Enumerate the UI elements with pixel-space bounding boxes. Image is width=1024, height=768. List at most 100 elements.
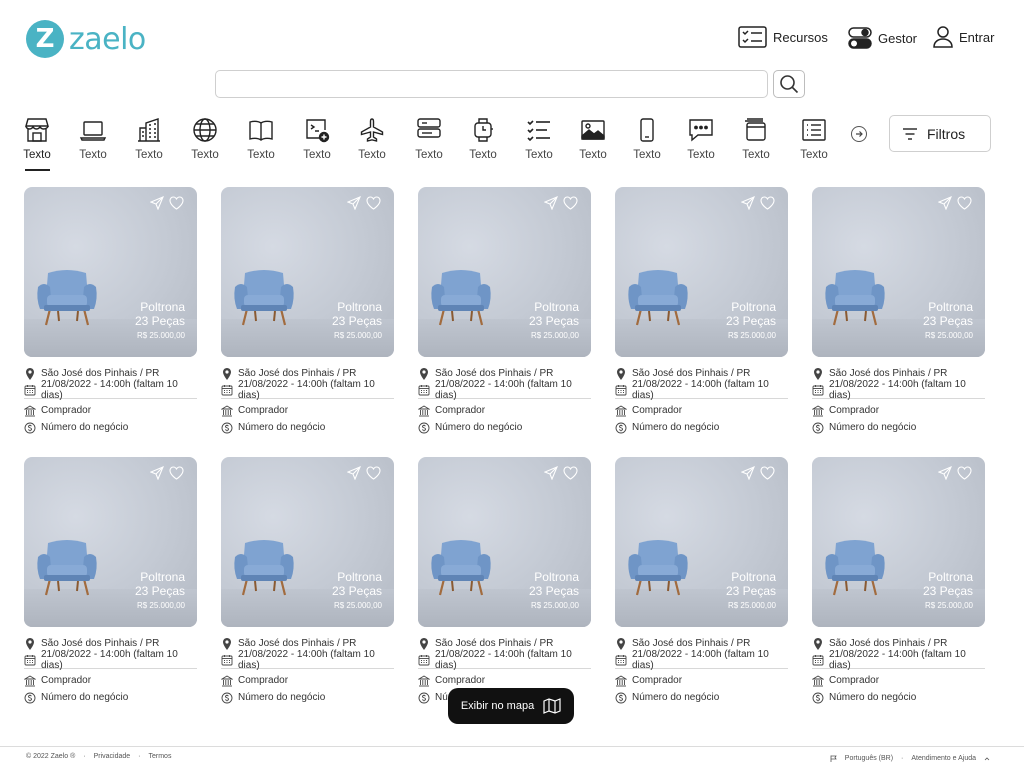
- share-icon[interactable]: [741, 466, 755, 480]
- category-item[interactable]: Texto: [180, 116, 230, 161]
- category-item[interactable]: Texto: [124, 116, 174, 161]
- heart-icon[interactable]: [169, 466, 184, 480]
- listing-image[interactable]: Poltrona 23 Peças R$ 25.000,00: [24, 187, 197, 357]
- location-pin-icon: [617, 367, 625, 380]
- listing-title: Poltrona 23 Peças: [726, 300, 776, 328]
- share-icon[interactable]: [347, 196, 361, 210]
- category-item[interactable]: Texto: [676, 116, 726, 161]
- listing-buyer-row: Comprador: [24, 672, 197, 689]
- footer-language-link[interactable]: Português (BR): [845, 755, 893, 762]
- heart-icon[interactable]: [563, 196, 578, 210]
- heart-icon[interactable]: [366, 466, 381, 480]
- category-item[interactable]: Texto: [458, 116, 508, 161]
- listing-image[interactable]: Poltrona 23 Peças R$ 25.000,00: [418, 187, 591, 357]
- category-item[interactable]: Texto: [789, 116, 839, 161]
- heart-icon[interactable]: [169, 196, 184, 210]
- listing-deal-row: Número do negócio: [812, 419, 985, 436]
- share-icon[interactable]: [150, 196, 164, 210]
- listing-image[interactable]: Poltrona 23 Peças R$ 25.000,00: [812, 457, 985, 627]
- listing-deal-row: Número do negócio: [24, 419, 197, 436]
- listing-deal-number: Número do negócio: [41, 692, 129, 703]
- listings-grid: Poltrona 23 Peças R$ 25.000,00 São José …: [24, 187, 985, 707]
- category-item[interactable]: Texto: [514, 116, 564, 161]
- listing-image[interactable]: Poltrona 23 Peças R$ 25.000,00: [221, 187, 394, 357]
- listing-card[interactable]: Poltrona 23 Peças R$ 25.000,00 São José …: [24, 187, 197, 437]
- listing-image[interactable]: Poltrona 23 Peças R$ 25.000,00: [418, 457, 591, 627]
- listing-card[interactable]: Poltrona 23 Peças R$ 25.000,00 São José …: [812, 457, 985, 707]
- heart-icon[interactable]: [563, 466, 578, 480]
- heart-icon[interactable]: [366, 196, 381, 210]
- armchair-image: [234, 540, 294, 596]
- category-item[interactable]: Texto: [404, 116, 454, 161]
- share-icon[interactable]: [150, 466, 164, 480]
- footer-privacy-link[interactable]: Privacidade: [94, 753, 131, 760]
- listing-price: R$ 25.000,00: [136, 601, 185, 610]
- share-icon[interactable]: [544, 196, 558, 210]
- listing-location: São José dos Pinhais / PR: [41, 368, 160, 379]
- listing-image[interactable]: Poltrona 23 Peças R$ 25.000,00: [24, 457, 197, 627]
- armchair-image: [234, 270, 294, 326]
- category-item[interactable]: Texto: [12, 116, 62, 161]
- armchair-image: [431, 540, 491, 596]
- share-icon[interactable]: [347, 466, 361, 480]
- listing-date-row: 21/08/2022 - 14:00h (faltam 10 dias): [615, 649, 788, 671]
- listing-card[interactable]: Poltrona 23 Peças R$ 25.000,00 São José …: [418, 187, 591, 437]
- category-item[interactable]: Texto: [731, 116, 781, 161]
- heart-icon[interactable]: [957, 466, 972, 480]
- location-pin-icon: [814, 367, 822, 380]
- listing-card[interactable]: Poltrona 23 Peças R$ 25.000,00 São José …: [221, 187, 394, 437]
- location-pin-icon: [223, 367, 231, 380]
- listing-date-row: 21/08/2022 - 14:00h (faltam 10 dias): [418, 379, 591, 401]
- listing-image[interactable]: Poltrona 23 Peças R$ 25.000,00: [615, 187, 788, 357]
- calendar-icon: [221, 385, 233, 396]
- listing-info: São José dos Pinhais / PR 21/08/2022 - 1…: [615, 635, 788, 706]
- chat-icon: [689, 119, 713, 142]
- listing-date: 21/08/2022 - 14:00h (faltam 10 dias): [435, 379, 572, 401]
- listing-card[interactable]: Poltrona 23 Peças R$ 25.000,00 São José …: [812, 187, 985, 437]
- category-item[interactable]: Texto: [622, 116, 672, 161]
- listing-date-row: 21/08/2022 - 14:00h (faltam 10 dias): [615, 379, 788, 401]
- listing-title: Poltrona 23 Peças: [923, 570, 973, 598]
- footer-right: Português (BR) · Atendimento e Ajuda: [830, 755, 990, 762]
- listing-card[interactable]: Poltrona 23 Peças R$ 25.000,00 São José …: [24, 457, 197, 707]
- search-button[interactable]: [773, 70, 805, 98]
- dollar-coin-icon: [812, 692, 824, 703]
- armchair-image: [628, 270, 688, 326]
- server-icon: [417, 118, 441, 138]
- share-icon[interactable]: [544, 466, 558, 480]
- share-icon[interactable]: [741, 196, 755, 210]
- logo[interactable]: Z zaelo: [26, 20, 146, 58]
- footer-help-link[interactable]: Atendimento e Ajuda: [911, 755, 976, 762]
- heart-icon[interactable]: [760, 466, 775, 480]
- listing-title: Poltrona 23 Peças: [332, 300, 382, 328]
- listing-card[interactable]: Poltrona 23 Peças R$ 25.000,00 São José …: [418, 457, 591, 707]
- category-label: Texto: [303, 149, 331, 161]
- listing-card[interactable]: Poltrona 23 Peças R$ 25.000,00 São José …: [221, 457, 394, 707]
- categories-next-button[interactable]: [851, 126, 867, 142]
- listing-card[interactable]: Poltrona 23 Peças R$ 25.000,00 São José …: [615, 187, 788, 437]
- gestor-link[interactable]: Gestor: [848, 26, 917, 50]
- dollar-coin-icon: [615, 692, 627, 703]
- listing-location: São José dos Pinhais / PR: [238, 368, 357, 379]
- listing-card[interactable]: Poltrona 23 Peças R$ 25.000,00 São José …: [615, 457, 788, 707]
- category-item[interactable]: Texto: [236, 116, 286, 161]
- listing-image[interactable]: Poltrona 23 Peças R$ 25.000,00: [812, 187, 985, 357]
- category-item[interactable]: Texto: [347, 116, 397, 161]
- show-map-button[interactable]: Exibir no mapa: [448, 688, 574, 724]
- filters-button[interactable]: Filtros: [889, 115, 991, 152]
- listing-date: 21/08/2022 - 14:00h (faltam 10 dias): [829, 649, 966, 671]
- listing-image[interactable]: Poltrona 23 Peças R$ 25.000,00: [221, 457, 394, 627]
- search-input[interactable]: [215, 70, 768, 98]
- category-item[interactable]: Texto: [292, 116, 342, 161]
- entrar-link[interactable]: Entrar: [933, 26, 994, 48]
- listing-title: Poltrona 23 Peças: [529, 300, 579, 328]
- footer-terms-link[interactable]: Termos: [149, 753, 172, 760]
- share-icon[interactable]: [938, 196, 952, 210]
- share-icon[interactable]: [938, 466, 952, 480]
- category-item[interactable]: Texto: [568, 116, 618, 161]
- category-item[interactable]: Texto: [68, 116, 118, 161]
- listing-image[interactable]: Poltrona 23 Peças R$ 25.000,00: [615, 457, 788, 627]
- heart-icon[interactable]: [957, 196, 972, 210]
- recursos-link[interactable]: Recursos: [738, 26, 828, 48]
- heart-icon[interactable]: [760, 196, 775, 210]
